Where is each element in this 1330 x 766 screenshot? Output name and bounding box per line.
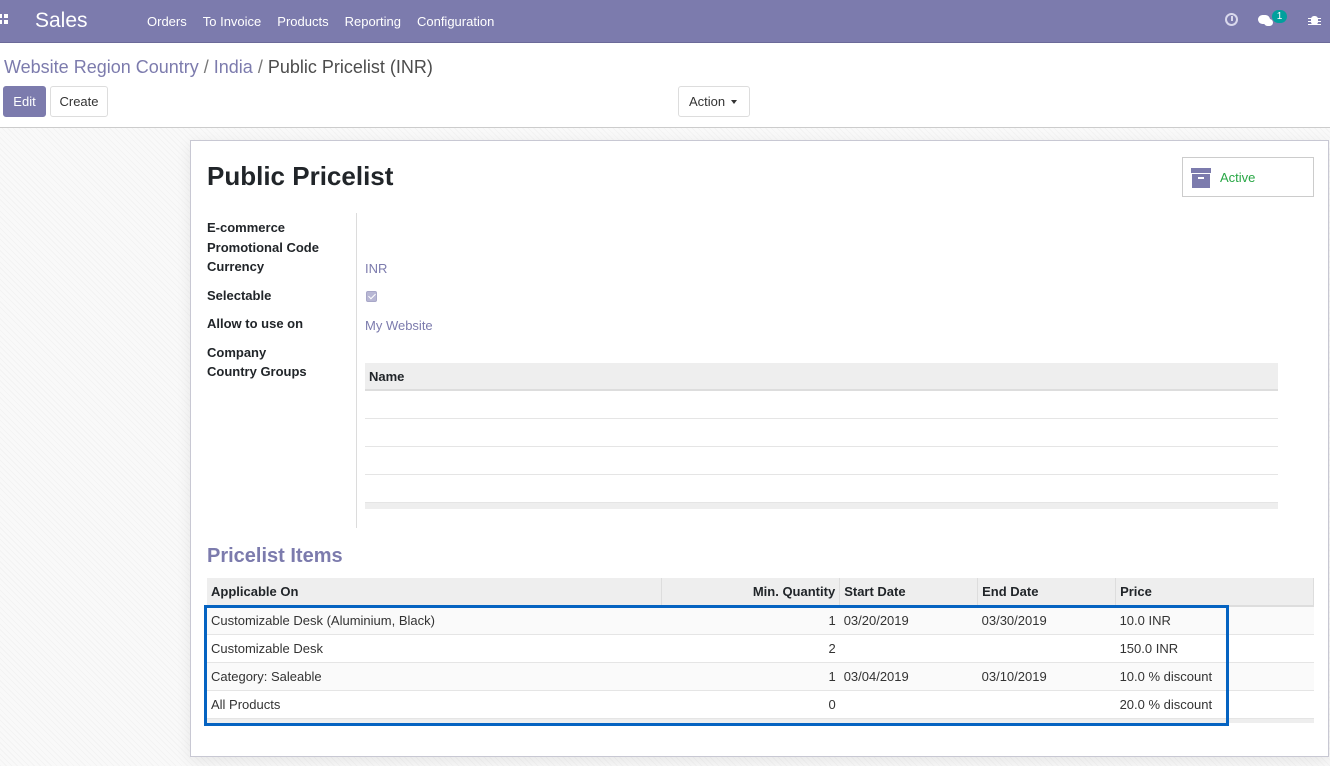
breadcrumb-separator: / <box>257 57 263 77</box>
record-title: Public Pricelist <box>207 161 394 191</box>
cell-start-date: 03/04/2019 <box>839 662 978 691</box>
country-groups-table: Name <box>365 363 1278 509</box>
create-button[interactable]: Create <box>50 86 108 117</box>
app-name[interactable]: Sales <box>35 9 88 33</box>
active-label: Active <box>1220 170 1256 185</box>
country-groups-empty-row <box>365 419 1278 447</box>
country-groups-empty-row <box>365 391 1278 419</box>
cell-end-date: 03/30/2019 <box>977 606 1116 635</box>
column-price[interactable]: Price <box>1115 578 1314 607</box>
cell-min-quantity: 0 <box>661 690 840 719</box>
cell-end-date: 03/10/2019 <box>977 662 1116 691</box>
column-min-quantity[interactable]: Min. Quantity <box>661 578 841 607</box>
archive-icon <box>1191 168 1211 188</box>
main-menu: Orders To Invoice Products Reporting Con… <box>139 0 502 43</box>
country-groups-label: Country Groups <box>207 364 307 379</box>
pricelist-items-title: Pricelist Items <box>207 545 343 567</box>
form-view-background: Active Public Pricelist E-commerce Promo… <box>0 128 1330 766</box>
edit-button[interactable]: Edit <box>3 86 46 117</box>
cell-applicable-on: Customizable Desk <box>207 634 662 663</box>
label-divider <box>356 213 357 528</box>
cell-price: 10.0 INR <box>1115 606 1314 635</box>
menu-orders[interactable]: Orders <box>139 0 195 43</box>
table-row[interactable]: All Products 0 20.0 % discount <box>207 690 1314 719</box>
top-navbar: Sales Orders To Invoice Products Reporti… <box>0 0 1330 43</box>
menu-to-invoice[interactable]: To Invoice <box>195 0 270 43</box>
caret-down-icon <box>731 100 737 104</box>
pricelist-items-table: Applicable On Min. Quantity Start Date E… <box>207 578 1314 723</box>
breadcrumb-separator: / <box>203 57 209 77</box>
cell-applicable-on: Customizable Desk (Aluminium, Black) <box>207 606 662 635</box>
cell-min-quantity: 1 <box>661 606 840 635</box>
country-groups-empty-row <box>365 447 1278 475</box>
cell-min-quantity: 1 <box>661 662 840 691</box>
menu-configuration[interactable]: Configuration <box>409 0 502 43</box>
country-groups-empty-row <box>365 475 1278 503</box>
country-groups-footer <box>365 503 1278 509</box>
promotional-code-label: Promotional Code <box>207 240 319 255</box>
activity-clock-icon[interactable] <box>1224 12 1242 30</box>
currency-value[interactable]: INR <box>365 261 387 276</box>
cell-min-quantity: 2 <box>661 634 840 663</box>
cell-price: 20.0 % discount <box>1115 690 1314 719</box>
cell-start-date: 03/20/2019 <box>839 606 978 635</box>
action-dropdown-button[interactable]: Action <box>678 86 750 117</box>
breadcrumb-website-region-country[interactable]: Website Region Country <box>4 57 199 77</box>
cell-end-date <box>977 634 1116 663</box>
table-footer-cell <box>207 718 1314 723</box>
table-row[interactable]: Category: Saleable 1 03/04/2019 03/10/20… <box>207 662 1314 691</box>
message-count-badge: 1 <box>1272 10 1287 23</box>
column-applicable-on[interactable]: Applicable On <box>207 578 663 607</box>
cell-start-date <box>839 634 978 663</box>
control-panel: Website Region Country / India / Public Pric… <box>0 43 1330 128</box>
selectable-checkbox[interactable] <box>366 291 377 302</box>
ecommerce-label: E-commerce <box>207 220 286 235</box>
cell-applicable-on: All Products <box>207 690 662 719</box>
breadcrumb-india[interactable]: India <box>214 57 253 77</box>
table-footer <box>207 718 1314 723</box>
apps-menu-icon[interactable] <box>0 14 10 26</box>
debug-bug-icon[interactable] <box>1307 12 1325 30</box>
cell-start-date <box>839 690 978 719</box>
selectable-label: Selectable <box>207 288 272 303</box>
breadcrumb: Website Region Country / India / Public Pric… <box>4 57 433 78</box>
table-row[interactable]: Customizable Desk 2 150.0 INR <box>207 634 1314 663</box>
form-sheet: Active Public Pricelist E-commerce Promo… <box>190 140 1329 757</box>
active-toggle-button[interactable]: Active <box>1182 157 1314 197</box>
cell-price: 150.0 INR <box>1115 634 1314 663</box>
allow-to-use-on-label: Allow to use on <box>207 316 304 331</box>
menu-products[interactable]: Products <box>269 0 336 43</box>
cell-applicable-on: Category: Saleable <box>207 662 662 691</box>
column-start-date[interactable]: Start Date <box>839 578 979 607</box>
breadcrumb-current: Public Pricelist (INR) <box>267 57 433 77</box>
allow-to-use-on-value[interactable]: My Website <box>365 318 433 333</box>
country-groups-header-name[interactable]: Name <box>365 363 1278 391</box>
company-label: Company <box>207 345 267 360</box>
table-row[interactable]: Customizable Desk (Aluminium, Black) 1 0… <box>207 606 1314 635</box>
cell-end-date <box>977 690 1116 719</box>
cell-price: 10.0 % discount <box>1115 662 1314 691</box>
column-end-date[interactable]: End Date <box>977 578 1117 607</box>
action-label: Action <box>689 94 726 109</box>
currency-label: Currency <box>207 259 265 274</box>
menu-reporting[interactable]: Reporting <box>337 0 409 43</box>
